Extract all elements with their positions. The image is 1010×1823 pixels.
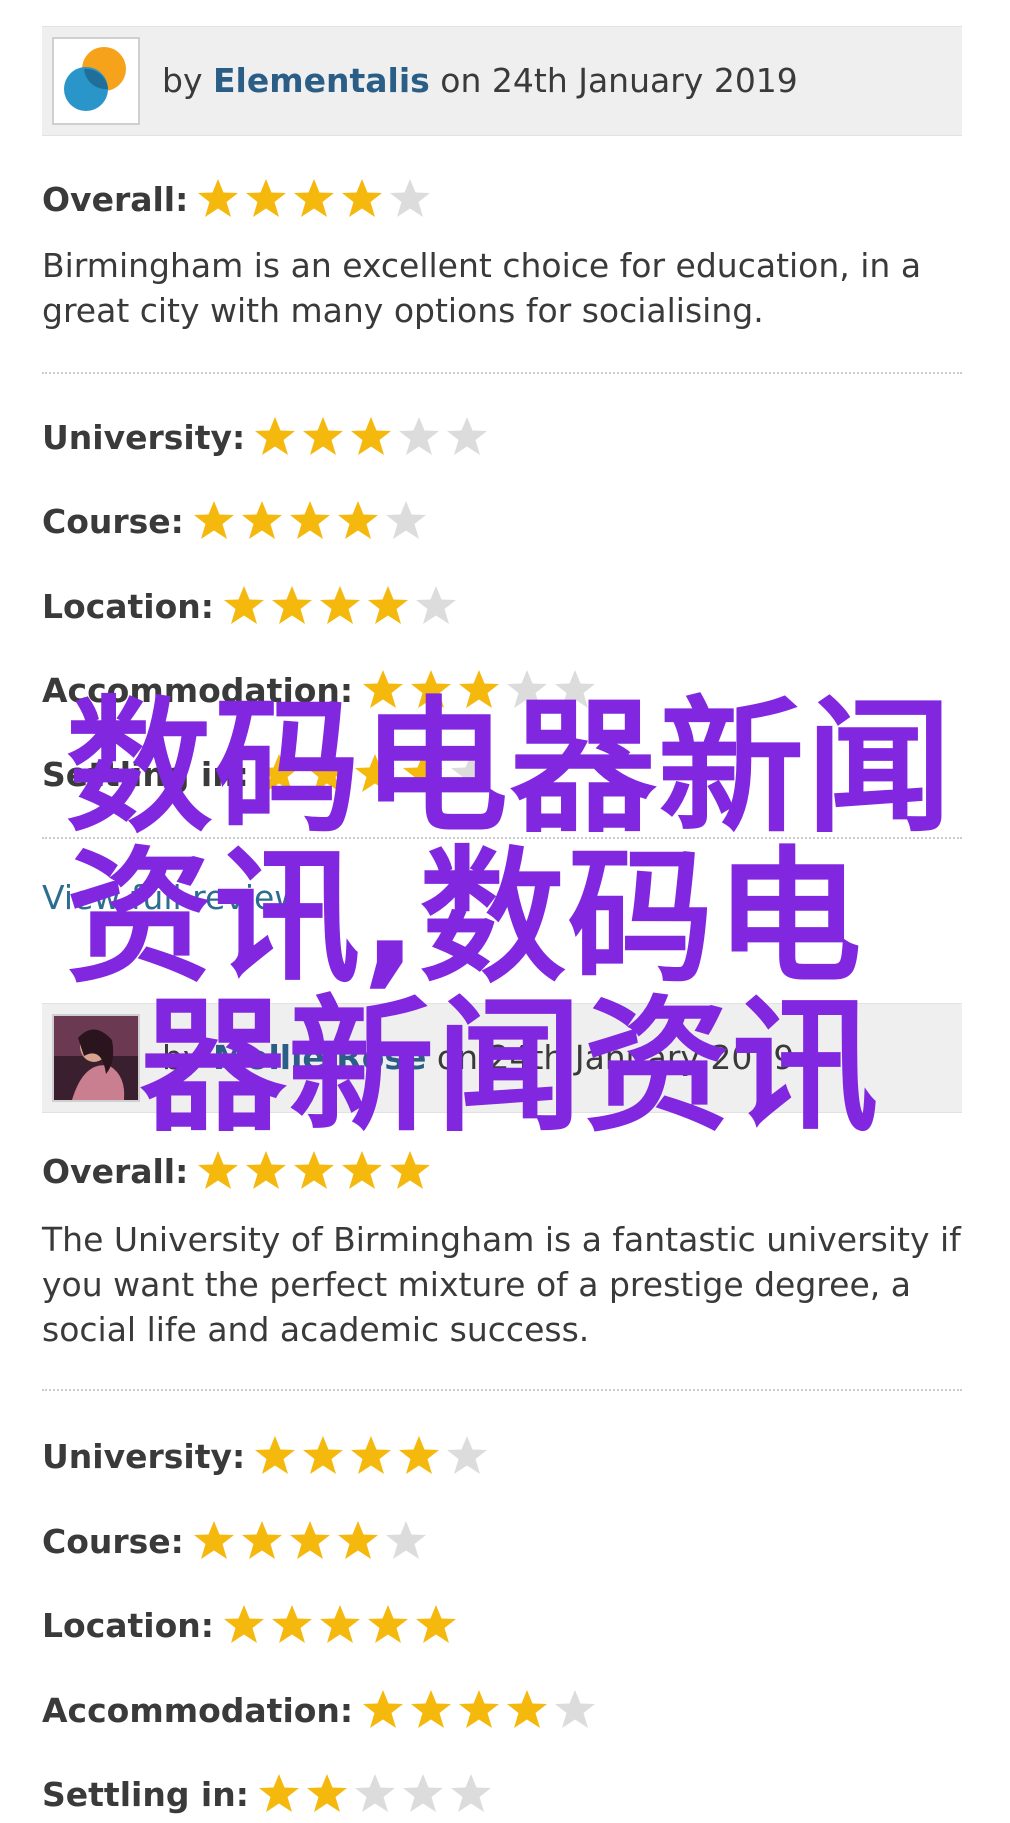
rating-label: University: <box>42 1436 246 1476</box>
overall-rating: Overall: <box>42 174 436 224</box>
star-filled-icon <box>270 584 314 628</box>
star-filled-icon <box>240 499 284 543</box>
star-filled-icon <box>253 415 297 459</box>
star-empty-icon <box>384 499 428 543</box>
overall-stars <box>196 1149 436 1193</box>
rating-label: University: <box>42 417 246 457</box>
rating-label: Course: <box>42 1521 184 1561</box>
star-filled-icon <box>222 584 266 628</box>
star-filled-icon <box>244 177 288 221</box>
star-empty-icon <box>449 1772 493 1816</box>
rating-stars <box>222 1603 462 1647</box>
star-filled-icon <box>505 1688 549 1732</box>
star-filled-icon <box>366 584 410 628</box>
overall-stars <box>196 177 436 221</box>
divider <box>42 372 962 374</box>
rating-stars <box>192 1519 432 1563</box>
star-filled-icon <box>414 1603 458 1647</box>
rating-accommodation: Accommodation: <box>42 1685 601 1735</box>
rating-stars <box>257 1772 497 1816</box>
rating-stars <box>192 499 432 543</box>
avatar[interactable] <box>52 1014 140 1102</box>
star-empty-icon <box>445 1434 489 1478</box>
star-filled-icon <box>397 1434 441 1478</box>
review-text: The University of Birmingham is a fantas… <box>42 1220 961 1349</box>
star-filled-icon <box>292 1149 336 1193</box>
watermark-line-3: 器新闻资讯 <box>140 982 880 1152</box>
watermark-line-1: 数码电器新闻 <box>66 683 954 853</box>
star-filled-icon <box>253 1434 297 1478</box>
overall-label: Overall: <box>42 179 189 219</box>
star-filled-icon <box>336 1519 380 1563</box>
rating-stars <box>361 1688 601 1732</box>
star-filled-icon <box>192 1519 236 1563</box>
review-header: by Elementalis on 24th January 2019 <box>42 26 962 136</box>
rating-label: Course: <box>42 501 184 541</box>
rating-label: Location: <box>42 586 214 626</box>
rating-course: Course: <box>42 496 432 546</box>
overall-label: Overall: <box>42 1151 189 1191</box>
star-filled-icon <box>340 177 384 221</box>
star-filled-icon <box>318 1603 362 1647</box>
rating-university: University: <box>42 412 493 462</box>
star-empty-icon <box>553 1688 597 1732</box>
star-filled-icon <box>336 499 380 543</box>
star-filled-icon <box>340 1149 384 1193</box>
star-filled-icon <box>292 177 336 221</box>
star-filled-icon <box>257 1772 301 1816</box>
star-empty-icon <box>397 415 441 459</box>
star-filled-icon <box>361 1688 405 1732</box>
star-empty-icon <box>414 584 458 628</box>
star-empty-icon <box>384 1519 428 1563</box>
user-photo-icon <box>54 1016 138 1100</box>
star-filled-icon <box>349 1434 393 1478</box>
star-filled-icon <box>196 1149 240 1193</box>
overall-rating: Overall: <box>42 1146 436 1196</box>
star-empty-icon <box>445 415 489 459</box>
review-text: Birmingham is an excellent choice for ed… <box>42 246 922 330</box>
star-filled-icon <box>270 1603 314 1647</box>
review-date: on 24th January 2019 <box>440 61 798 100</box>
star-filled-icon <box>288 1519 332 1563</box>
star-filled-icon <box>240 1519 284 1563</box>
star-filled-icon <box>457 1688 501 1732</box>
star-filled-icon <box>409 1688 453 1732</box>
elementalis-logo-icon <box>64 47 126 111</box>
watermark-line-2: 资讯,数码电 <box>66 833 864 1003</box>
by-prefix: by <box>162 61 203 100</box>
star-filled-icon <box>349 415 393 459</box>
star-filled-icon <box>196 177 240 221</box>
rating-course: Course: <box>42 1516 432 1566</box>
rating-stars <box>253 415 493 459</box>
star-filled-icon <box>318 584 362 628</box>
rating-settling-in: Settling in: <box>42 1769 497 1819</box>
byline: by Elementalis on 24th January 2019 <box>162 27 798 135</box>
star-filled-icon <box>192 499 236 543</box>
rating-label: Accommodation: <box>42 1690 354 1730</box>
star-filled-icon <box>301 415 345 459</box>
divider <box>42 1389 962 1391</box>
rating-stars <box>253 1434 493 1478</box>
star-empty-icon <box>401 1772 445 1816</box>
star-filled-icon <box>388 1149 432 1193</box>
rating-label: Settling in: <box>42 1774 249 1814</box>
rating-label: Location: <box>42 1605 214 1645</box>
rating-location: Location: <box>42 1600 462 1650</box>
avatar[interactable] <box>52 37 140 125</box>
rating-location: Location: <box>42 581 462 631</box>
star-filled-icon <box>288 499 332 543</box>
star-filled-icon <box>222 1603 266 1647</box>
rating-university: University: <box>42 1431 493 1481</box>
star-filled-icon <box>305 1772 349 1816</box>
author-link[interactable]: Elementalis <box>213 61 430 100</box>
star-empty-icon <box>388 177 432 221</box>
star-filled-icon <box>366 1603 410 1647</box>
star-empty-icon <box>353 1772 397 1816</box>
rating-stars <box>222 584 462 628</box>
star-filled-icon <box>301 1434 345 1478</box>
star-filled-icon <box>244 1149 288 1193</box>
